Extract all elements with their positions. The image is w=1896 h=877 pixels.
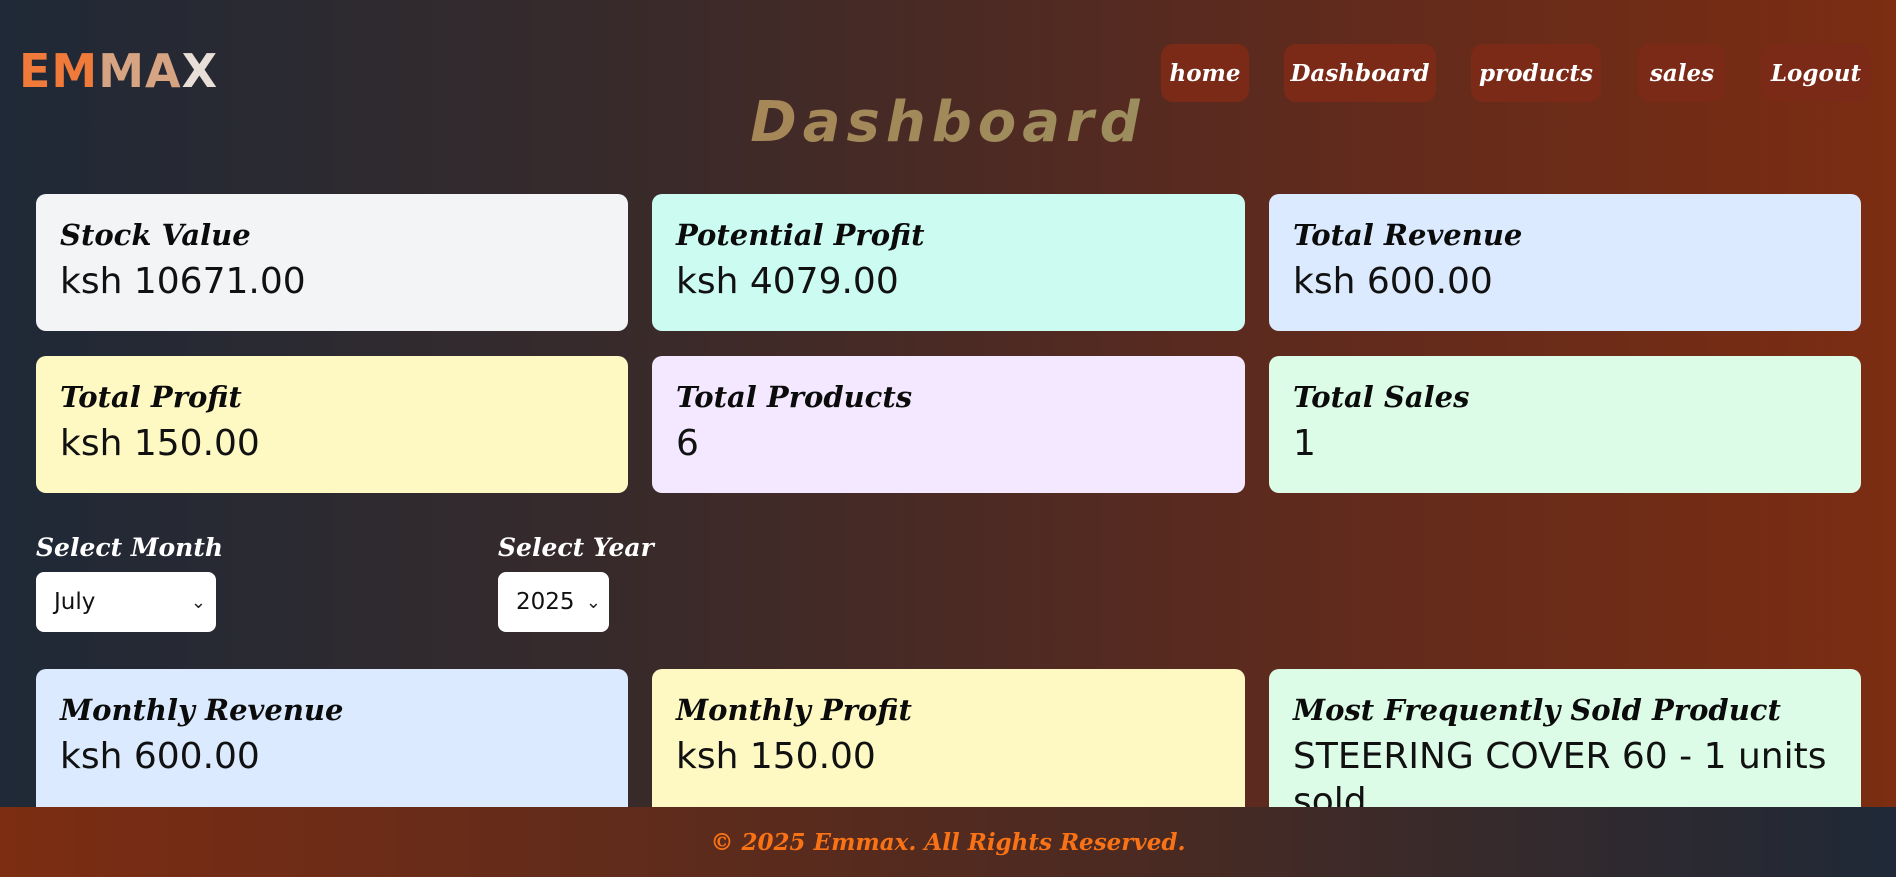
card-label: Monthly Revenue [60,693,344,727]
card-value: 6 [676,422,699,464]
card-most-sold-product: Most Frequently Sold Product STEERING CO… [1269,669,1861,819]
brand-logo[interactable]: EMMAX [19,48,218,94]
card-monthly-profit: Monthly Profit ksh 150.00 [652,669,1245,819]
card-label: Monthly Profit [676,693,912,727]
card-potential-profit: Potential Profit ksh 4079.00 [652,194,1245,331]
year-select[interactable]: 2025 ⌄ [498,572,609,632]
card-label: Total Sales [1293,380,1470,414]
month-select[interactable]: July ⌄ [36,572,216,632]
card-total-sales: Total Sales 1 [1269,356,1861,493]
card-label: Total Profit [60,380,242,414]
card-monthly-revenue: Monthly Revenue ksh 600.00 [36,669,628,819]
card-value: ksh 600.00 [1293,260,1493,302]
page-title: Dashboard [0,90,1896,155]
card-value: 1 [1293,422,1316,464]
card-value: ksh 10671.00 [60,260,306,302]
card-value: ksh 4079.00 [676,260,899,302]
card-stock-value: Stock Value ksh 10671.00 [36,194,628,331]
footer: © 2025 Emmax. All Rights Reserved. [0,807,1896,877]
card-label: Potential Profit [676,218,925,252]
month-select-value: July [54,589,96,615]
month-select-label: Select Month [36,533,224,562]
footer-copyright: © 2025 Emmax. All Rights Reserved. [710,828,1186,856]
year-select-label: Select Year [498,533,654,562]
chevron-down-icon: ⌄ [190,591,206,613]
chevron-down-icon: ⌄ [585,591,601,613]
card-label: Most Frequently Sold Product [1293,693,1781,727]
card-value: ksh 150.00 [676,735,876,777]
card-value: ksh 600.00 [60,735,260,777]
year-select-value: 2025 [516,589,575,615]
card-label: Total Products [676,380,913,414]
card-total-profit: Total Profit ksh 150.00 [36,356,628,493]
card-label: Total Revenue [1293,218,1523,252]
card-total-revenue: Total Revenue ksh 600.00 [1269,194,1861,331]
card-label: Stock Value [60,218,251,252]
card-total-products: Total Products 6 [652,356,1245,493]
card-value: ksh 150.00 [60,422,260,464]
